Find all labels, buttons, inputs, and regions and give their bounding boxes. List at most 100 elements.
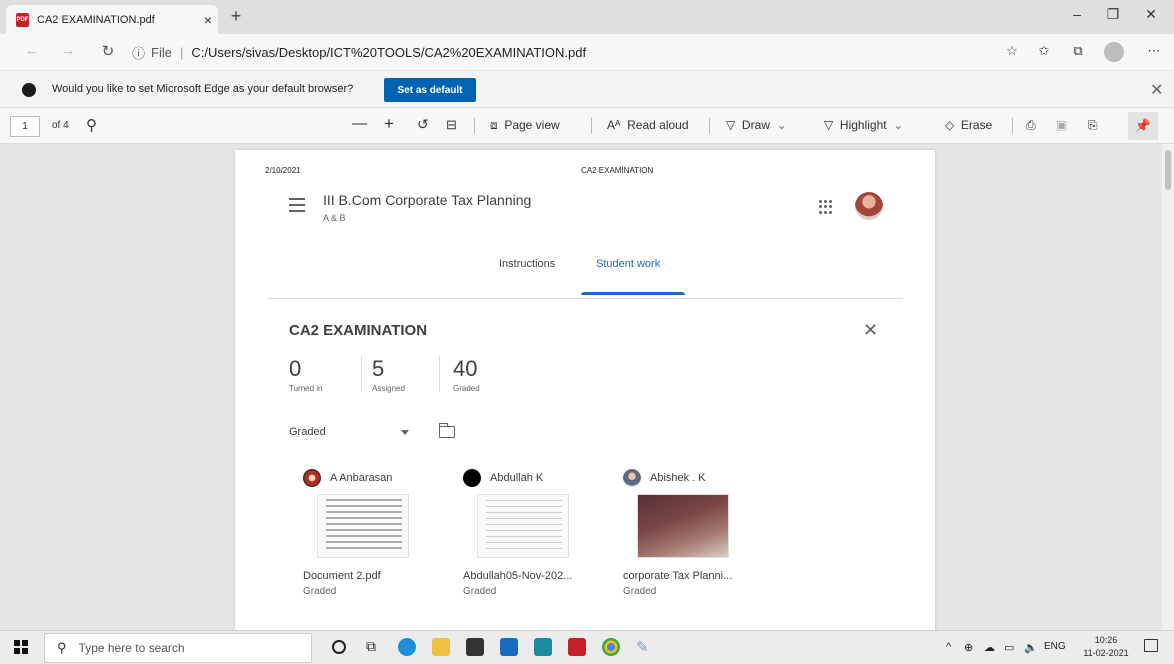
erase-icon: ◇ bbox=[945, 118, 955, 132]
stat-label: Turned in bbox=[289, 384, 323, 393]
page-number-input[interactable]: 1 bbox=[10, 116, 40, 137]
cortana-icon[interactable] bbox=[332, 640, 346, 654]
tab-strip: PDF CA2 EXAMINATION.pdf × + – ❐ ✕ bbox=[0, 0, 1174, 34]
system-clock[interactable]: 10:26 11-02-2021 bbox=[1078, 634, 1134, 660]
battery-icon[interactable]: ▭ bbox=[1004, 641, 1014, 654]
fit-to-width-icon[interactable]: ⊟ bbox=[446, 117, 457, 133]
add-favorite-icon[interactable]: ☆ bbox=[1002, 43, 1022, 59]
notifications-icon[interactable] bbox=[1144, 639, 1158, 652]
highlight-icon: ▽ bbox=[824, 118, 834, 132]
windows-start-icon[interactable] bbox=[14, 640, 28, 654]
save-icon[interactable]: ▣ bbox=[1056, 118, 1067, 132]
cloud-icon[interactable]: ☁ bbox=[984, 641, 995, 654]
forward-arrow-icon[interactable]: → bbox=[56, 42, 80, 59]
highlight-label: Highlight bbox=[839, 118, 887, 132]
stat-label: Graded bbox=[453, 384, 480, 393]
student-card: Abishek . K corporate Tax Planni... Grad… bbox=[623, 468, 753, 597]
tab-title: CA2 EXAMINATION.pdf bbox=[37, 13, 155, 26]
favorites-icon[interactable]: ✩ bbox=[1034, 43, 1054, 59]
volume-icon[interactable]: 🔈 bbox=[1024, 641, 1038, 654]
search-placeholder: Type here to search bbox=[78, 641, 185, 655]
input-language[interactable]: ENG bbox=[1044, 641, 1066, 652]
more-menu-icon[interactable]: ⋯ bbox=[1144, 43, 1164, 59]
edge-logo-icon bbox=[22, 83, 36, 97]
submission-file-name: corporate Tax Planni... bbox=[623, 570, 733, 582]
read-aloud-icon: Aᴬ bbox=[607, 118, 621, 132]
draw-button[interactable]: ▽ Draw ⌄ bbox=[726, 118, 787, 132]
page-view-icon: ⧈ bbox=[490, 118, 498, 132]
draw-icon: ▽ bbox=[726, 118, 736, 132]
taskbar-search-input[interactable]: ⚲ Type here to search bbox=[44, 633, 312, 663]
zoom-in-icon[interactable]: + bbox=[384, 114, 394, 134]
default-browser-infobar: Would you like to set Microsoft Edge as … bbox=[0, 70, 1174, 108]
print-date: 2/10/2021 bbox=[265, 166, 301, 175]
scheme-label: File bbox=[151, 44, 172, 60]
chrome-icon[interactable] bbox=[602, 638, 620, 656]
new-tab-button[interactable]: + bbox=[226, 6, 246, 27]
stat-divider bbox=[439, 356, 440, 392]
chevron-down-icon: ⌄ bbox=[893, 118, 904, 132]
student-name: Abdullah K bbox=[490, 472, 544, 484]
vertical-scrollbar[interactable] bbox=[1162, 144, 1174, 630]
mcafee-icon[interactable] bbox=[568, 638, 586, 656]
course-name: III B.Com Corporate Tax Planning bbox=[323, 192, 532, 208]
profile-avatar[interactable] bbox=[1104, 42, 1124, 62]
close-window-button[interactable]: ✕ bbox=[1136, 6, 1166, 23]
active-tab-indicator bbox=[581, 292, 685, 295]
submission-thumbnail bbox=[477, 494, 569, 558]
print-icon[interactable]: ⎙ bbox=[1026, 118, 1036, 133]
student-card: A Anbarasan Document 2.pdf Graded bbox=[303, 468, 433, 597]
read-aloud-button[interactable]: Aᴬ Read aloud bbox=[607, 118, 689, 132]
highlight-button[interactable]: ▽ Highlight ⌄ bbox=[824, 118, 903, 132]
refresh-icon[interactable]: ↻ bbox=[96, 42, 120, 60]
stat-assigned: 5 Assigned bbox=[372, 356, 405, 393]
url-field[interactable]: ⓘ File | C:/Users/sivas/Desktop/ICT%20TO… bbox=[132, 39, 1002, 65]
file-explorer-icon[interactable] bbox=[432, 638, 450, 656]
course-section: A & B bbox=[323, 213, 346, 223]
set-as-default-button[interactable]: Set as default bbox=[384, 78, 476, 102]
zoom-out-icon[interactable]: — bbox=[352, 115, 367, 132]
browser-tab[interactable]: PDF CA2 EXAMINATION.pdf × bbox=[6, 5, 218, 34]
user-avatar bbox=[855, 192, 883, 220]
student-card: Abdullah K Abdullah05-Nov-202... Graded bbox=[463, 468, 593, 597]
edge-taskbar-icon[interactable] bbox=[398, 638, 416, 656]
page-count: of 4 bbox=[52, 120, 69, 131]
stat-graded: 40 Graded bbox=[453, 356, 480, 393]
pin-toolbar-icon[interactable]: 📌 bbox=[1128, 112, 1158, 140]
stat-label: Assigned bbox=[372, 384, 405, 393]
erase-button[interactable]: ◇ Erase bbox=[945, 118, 992, 132]
mail-icon[interactable] bbox=[500, 638, 518, 656]
back-arrow-icon[interactable]: ← bbox=[20, 42, 44, 59]
submission-status: Graded bbox=[463, 586, 497, 597]
page-view-label: Page view bbox=[504, 118, 560, 132]
clock-time: 10:26 bbox=[1094, 635, 1118, 645]
paint-icon[interactable]: ✎ bbox=[636, 638, 654, 656]
search-icon[interactable]: ⚲ bbox=[86, 116, 97, 134]
tab-close-icon[interactable]: × bbox=[198, 12, 218, 28]
collections-icon[interactable]: ⧉ bbox=[1068, 43, 1088, 59]
rotate-icon[interactable]: ↺ bbox=[417, 116, 429, 133]
infobar-close-icon[interactable]: ✕ bbox=[1150, 80, 1163, 100]
network-icon[interactable]: ⊕ bbox=[964, 641, 973, 654]
draw-label: Draw bbox=[741, 118, 770, 132]
dropdown-caret-icon bbox=[401, 430, 409, 435]
minimize-button[interactable]: – bbox=[1062, 6, 1092, 22]
store-icon[interactable] bbox=[466, 638, 484, 656]
infobar-message: Would you like to set Microsoft Edge as … bbox=[52, 83, 354, 95]
show-hidden-icons[interactable]: ^ bbox=[946, 641, 951, 653]
stat-number: 40 bbox=[453, 356, 478, 381]
app-l-icon[interactable] bbox=[534, 638, 552, 656]
page-view-button[interactable]: ⧈ Page view bbox=[490, 118, 560, 133]
save-as-icon[interactable]: ⎘ bbox=[1088, 118, 1098, 133]
student-avatar bbox=[623, 469, 641, 487]
pdf-toolbar: 1 of 4 ⚲ — + ↺ ⊟ ⧈ Page view Aᴬ Read alo… bbox=[0, 108, 1174, 144]
maximize-button[interactable]: ❐ bbox=[1098, 6, 1128, 23]
scrollbar-thumb[interactable] bbox=[1165, 150, 1171, 190]
task-view-icon[interactable]: ⧉ bbox=[362, 638, 380, 656]
pdf-file-icon: PDF bbox=[16, 12, 29, 27]
pdf-page: 2/10/2021 CA2 EXAMINATION III B.Com Corp… bbox=[235, 150, 935, 630]
toolbar-divider bbox=[474, 118, 475, 134]
toolbar-divider bbox=[591, 118, 592, 134]
submission-status: Graded bbox=[623, 586, 657, 597]
tab-instructions: Instructions bbox=[499, 258, 556, 270]
